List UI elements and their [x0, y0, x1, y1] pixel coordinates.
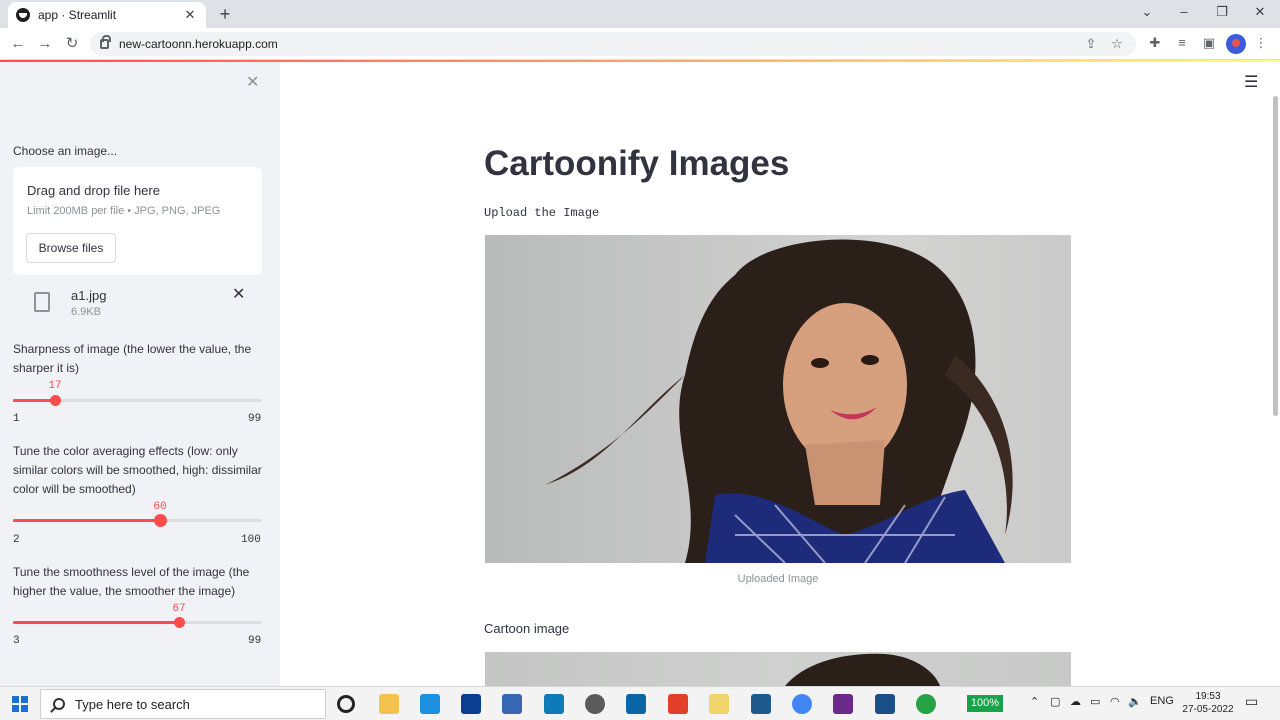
share-icon[interactable]: ⇪ [1082, 36, 1100, 52]
sidebar-close-icon[interactable]: ✕ [246, 72, 259, 92]
color-averaging-slider-thumb[interactable] [154, 514, 167, 527]
cartoon-hair-illustration [785, 653, 940, 686]
sidebar: ✕ Choose an image... Drag and drop file … [0, 62, 280, 686]
page-title: Cartoonify Images [484, 144, 790, 183]
smoothness-slider-min: 3 [13, 635, 20, 647]
profile-avatar[interactable] [1226, 34, 1246, 54]
uploaded-file-name: a1.jpg [71, 288, 107, 303]
uploaded-image [485, 235, 1071, 563]
cortana-icon[interactable] [337, 695, 355, 713]
media-control-icon[interactable]: ≡ [1173, 35, 1191, 53]
app-l-icon[interactable] [420, 694, 440, 714]
python-icon[interactable] [709, 694, 729, 714]
new-tab-button[interactable]: + [214, 4, 236, 26]
file-dropzone[interactable]: Drag and drop file here Limit 200MB per … [13, 167, 262, 275]
reload-icon[interactable]: ↻ [62, 34, 82, 54]
windows-start-icon[interactable] [12, 696, 28, 712]
clock-date: 27-05-2022 [1182, 704, 1234, 715]
file-icon [34, 292, 50, 312]
tab-title: app · Streamlit [38, 8, 117, 22]
cartoon-image [485, 652, 1071, 686]
office-icon[interactable] [668, 694, 688, 714]
browse-files-button[interactable]: Browse files [26, 233, 116, 263]
remote-desktop-icon[interactable] [544, 694, 564, 714]
taskbar-search-box[interactable]: Type here to search [40, 689, 326, 719]
browser-tab[interactable]: app · Streamlit ✕ [8, 2, 206, 28]
extensions-icon[interactable]: ✚ [1146, 35, 1164, 53]
color-averaging-slider[interactable] [13, 514, 262, 527]
browser-menu-icon[interactable]: ⋮ [1252, 35, 1270, 53]
uploader-label: Choose an image... [13, 144, 118, 158]
sharpness-slider-label: Sharpness of image (the lower the value,… [13, 342, 252, 375]
language-indicator[interactable]: ENG [1150, 695, 1174, 707]
streamlit-favicon-icon [16, 8, 30, 22]
hamburger-menu-icon[interactable]: ☰ [1244, 72, 1258, 92]
show-hidden-icons-icon[interactable]: ⌃ [1030, 695, 1039, 708]
lock-icon [100, 35, 111, 49]
onedrive-icon[interactable]: ☁ [1070, 695, 1081, 708]
maximize-button[interactable]: ❐ [1211, 4, 1233, 20]
color-averaging-slider-min: 2 [13, 534, 20, 546]
bookmark-star-icon[interactable]: ☆ [1108, 36, 1126, 52]
battery-tray-icon[interactable]: ▭ [1090, 695, 1100, 708]
tray-app-icon[interactable]: ▢ [1050, 695, 1060, 708]
url-text: new-cartoonn.herokuapp.com [119, 37, 278, 51]
side-panel-icon[interactable]: ▣ [1200, 35, 1218, 53]
system-clock[interactable]: 19:53 27-05-2022 [1178, 690, 1238, 716]
close-window-button[interactable]: ✕ [1249, 4, 1271, 20]
address-bar[interactable]: new-cartoonn.herokuapp.com ⇪ ☆ [90, 32, 1136, 56]
smoothness-slider-max: 99 [248, 635, 262, 647]
smoothness-slider[interactable] [13, 617, 262, 628]
notifications-icon[interactable]: ▭ [1245, 693, 1258, 710]
uploaded-file-size: 6.9KB [71, 306, 101, 318]
tab-close-icon[interactable]: ✕ [182, 7, 198, 23]
volume-icon[interactable]: 🔈 [1128, 695, 1142, 708]
dropzone-limit: Limit 200MB per file • JPG, PNG, JPEG [27, 205, 221, 217]
clock-time: 19:53 [1195, 691, 1221, 702]
sharpness-slider-value: 17 [48, 380, 62, 392]
virtualbox-icon[interactable] [502, 694, 522, 714]
upload-instruction: Upload the Image [484, 206, 600, 220]
color-averaging-slider-fill [13, 519, 160, 522]
minimize-button[interactable]: – [1173, 4, 1195, 19]
app-bracket-icon[interactable] [626, 694, 646, 714]
sharpness-slider-max: 99 [248, 413, 262, 425]
image-caption: Uploaded Image [737, 573, 819, 585]
settings-gear-icon[interactable] [585, 694, 605, 714]
back-icon[interactable]: ← [8, 34, 28, 54]
portrait-illustration [545, 239, 1013, 563]
dev-app-icon[interactable] [461, 694, 481, 714]
whatsapp-icon[interactable] [916, 694, 936, 714]
sharpness-slider-fill [13, 399, 55, 402]
sharpness-slider-thumb[interactable] [50, 395, 61, 406]
battery-indicator[interactable]: 100% [967, 695, 1003, 712]
browser-toolbar: ← → ↻ new-cartoonn.herokuapp.com ⇪ ☆ ✚ ≡… [0, 28, 1280, 60]
chrome-icon[interactable] [792, 694, 812, 714]
taskbar-search-placeholder: Type here to search [75, 696, 190, 712]
color-averaging-slider-value: 60 [153, 501, 167, 513]
forward-icon[interactable]: → [35, 34, 55, 54]
sharpness-slider[interactable] [13, 395, 262, 406]
tab-search-icon[interactable]: ⌄ [1136, 4, 1158, 20]
dropzone-title: Drag and drop file here [27, 183, 160, 198]
smoothness-slider-label: Tune the smoothness level of the image (… [13, 565, 250, 598]
windows-taskbar: Type here to search 100% ⌃ ▢ ☁ ▭ ◠ 🔈 ENG… [0, 686, 1280, 720]
smoothness-slider-thumb[interactable] [174, 617, 185, 628]
file-explorer-icon[interactable] [379, 694, 399, 714]
page-scrollbar[interactable] [1273, 96, 1278, 416]
remove-file-icon[interactable]: ✕ [232, 284, 245, 304]
smoothness-slider-value: 67 [172, 603, 186, 615]
color-averaging-slider-max: 100 [241, 534, 261, 546]
smoothness-slider-fill [13, 621, 179, 624]
vscode-icon[interactable] [751, 694, 771, 714]
winrar-icon[interactable] [833, 694, 853, 714]
color-averaging-slider-label: Tune the color averaging effects (low: o… [13, 444, 262, 496]
browser-tab-strip: app · Streamlit ✕ + ⌄ – ❐ ✕ [0, 0, 1280, 28]
cartoon-image-label: Cartoon image [484, 621, 570, 636]
prime-video-icon[interactable] [875, 694, 895, 714]
search-icon [53, 698, 65, 710]
sharpness-slider-min: 1 [13, 413, 20, 425]
wifi-icon[interactable]: ◠ [1110, 695, 1120, 708]
